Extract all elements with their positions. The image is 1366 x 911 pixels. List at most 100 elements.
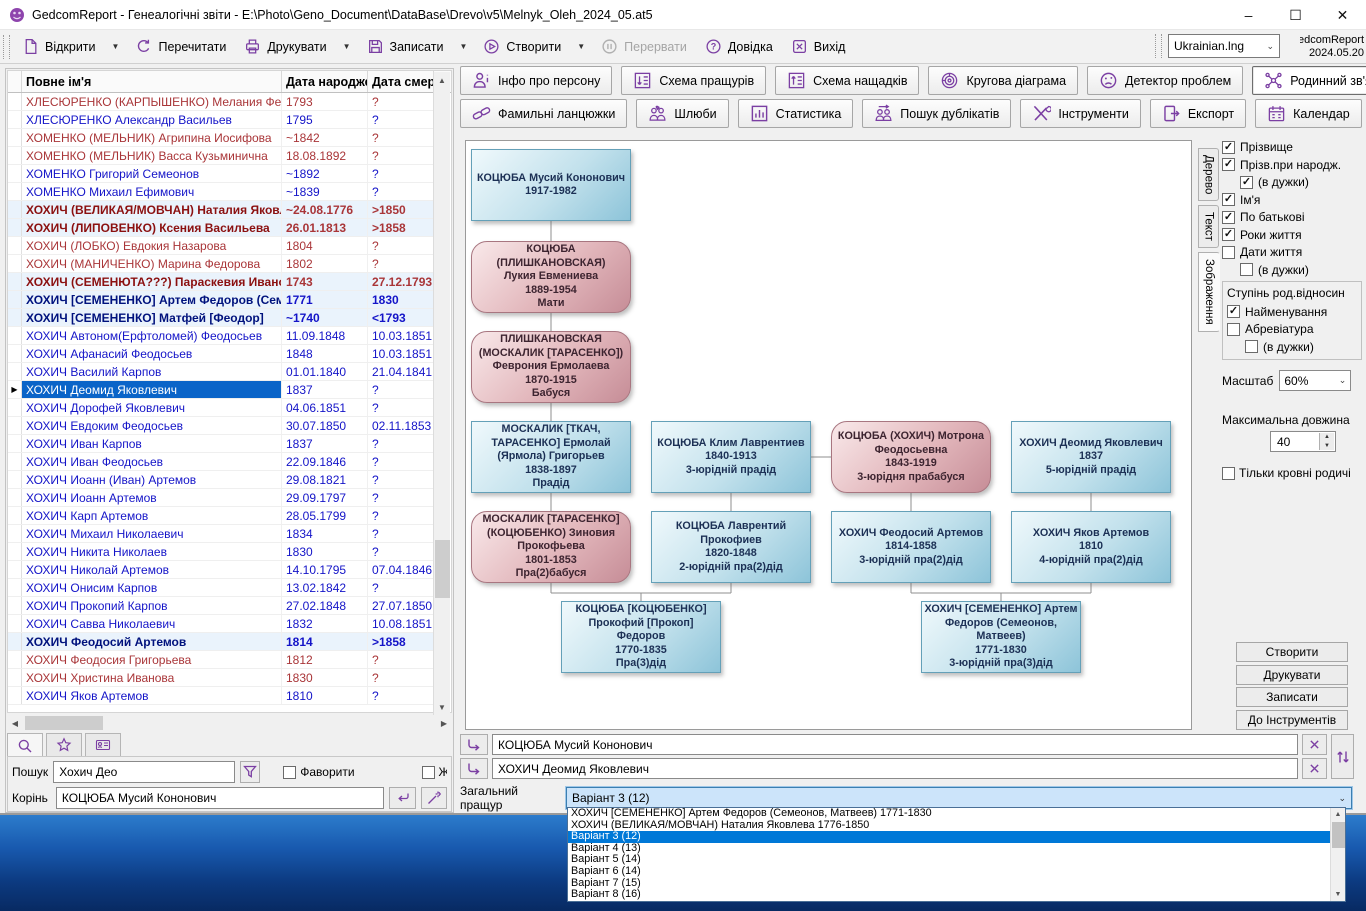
settings-checkbox[interactable]: Абревіатура <box>1227 322 1357 336</box>
dropdown-option[interactable]: Варіант 7 (15) <box>568 878 1345 890</box>
table-row[interactable]: ХОХИЧ (ЛИПОВЕНКО) Ксения Васильева26.01.… <box>8 219 435 237</box>
table-row[interactable]: ХОХИЧ (СЕМЕНЮТА???) Параскевия Иванова17… <box>8 273 435 291</box>
search-input[interactable]: Хохич Део <box>53 761 234 783</box>
scrollbar-thumb[interactable] <box>1332 822 1345 848</box>
tree-person-box[interactable]: ХОХИЧ [СЕМЕНЕНКО] АртемФедоров (Семеонов… <box>921 601 1081 673</box>
table-row[interactable]: ХОХИЧ Никита Николаев1830? <box>8 543 435 561</box>
tab-duplicates[interactable]: Пошук дублікатів <box>862 99 1011 128</box>
blood-relatives-checkbox[interactable]: Тільки кровні родичі <box>1222 466 1362 480</box>
mini-tab-search[interactable] <box>7 733 43 757</box>
tab-relationship[interactable]: Родинний зв'язок <box>1252 66 1366 95</box>
dropdown-caret-icon[interactable]: ▼ <box>452 42 474 51</box>
root-person-input[interactable]: КОЦЮБА Мусий Кононович <box>56 787 385 809</box>
table-row[interactable]: ХОХИЧ Николай Артемов14.10.179507.04.184… <box>8 561 435 579</box>
settings-button[interactable]: Записати <box>1236 687 1348 707</box>
checkbox-box[interactable]: ✓ <box>1222 211 1235 224</box>
table-row[interactable]: ХОХИЧ Иоанн (Иван) Артемов29.08.1821? <box>8 471 435 489</box>
set-root-button[interactable] <box>389 787 415 809</box>
language-select[interactable]: Ukrainian.lng ⌄ <box>1168 34 1280 58</box>
person1-input[interactable]: КОЦЮБА Мусий Кононович <box>492 734 1298 755</box>
settings-checkbox[interactable]: ✓Найменування <box>1227 305 1357 319</box>
settings-checkbox[interactable]: ✓Прізв.при народж. <box>1222 158 1362 172</box>
swap-persons-button[interactable] <box>1331 734 1354 779</box>
filter-button[interactable] <box>240 761 261 783</box>
table-row[interactable]: ХОХИЧ (МАНИЧЕНКО) Марина Федорова1802? <box>8 255 435 273</box>
checkbox-box[interactable] <box>1245 340 1258 353</box>
scroll-right-icon[interactable]: ▶ <box>436 715 452 731</box>
settings-checkbox[interactable]: Дати життя <box>1222 245 1362 259</box>
tab-tools[interactable]: Інструменти <box>1020 99 1140 128</box>
dropdown-option[interactable]: Варіант 8 (16) <box>568 889 1345 901</box>
tab-export[interactable]: Експорт <box>1150 99 1246 128</box>
settings-checkbox[interactable]: ✓(в дужки) <box>1240 175 1362 189</box>
settings-button[interactable]: До Інструментів <box>1236 710 1348 730</box>
table-row[interactable]: ХОХИЧ Феодосия Григорьева1812? <box>8 651 435 669</box>
toolbar-button-exit[interactable]: Вихід <box>782 33 855 61</box>
dropdown-scrollbar[interactable]: ▲ ▼ <box>1330 808 1345 901</box>
tab-descendants[interactable]: Схема нащадків <box>775 66 919 95</box>
settings-checkbox[interactable]: ✓Ім'я <box>1222 193 1362 207</box>
scrollbar-thumb[interactable] <box>435 540 450 598</box>
table-row[interactable]: ХОМЕНКО Григорий Семеонов~1892? <box>8 165 435 183</box>
dropdown-option[interactable]: Варіант 3 (12) <box>568 831 1345 843</box>
goto-person2-button[interactable] <box>460 758 488 779</box>
tree-person-box[interactable]: КОЦЮБА Мусий Кононович1917-1982 <box>471 149 631 221</box>
table-row[interactable]: ХОХИЧ Феодосий Артемов1814>1858 <box>8 633 435 651</box>
tree-person-box[interactable]: КОЦЮБА Клим Лаврентиев1840-19133-юрідній… <box>651 421 811 493</box>
dropdown-option[interactable]: Варіант 6 (14) <box>568 866 1345 878</box>
table-row[interactable]: ХОХИЧ (ВЕЛИКАЯ/МОВЧАН) Наталия Яковлева~… <box>8 201 435 219</box>
table-row[interactable]: ХОХИЧ Яков Артемов1810? <box>8 687 435 705</box>
settings-button[interactable]: Друкувати <box>1236 665 1348 685</box>
scroll-up-icon[interactable]: ▲ <box>1331 808 1345 821</box>
settings-checkbox[interactable]: (в дужки) <box>1245 340 1357 354</box>
checkbox-box[interactable] <box>1240 263 1253 276</box>
settings-button[interactable]: Створити <box>1236 642 1348 662</box>
tab-person-info[interactable]: Інфо про персону <box>460 66 612 95</box>
tab-ancestors[interactable]: Схема пращурів <box>621 66 766 95</box>
clear-person2-button[interactable] <box>1302 758 1327 779</box>
tab-chains[interactable]: Фамильні ланцюжки <box>460 99 627 128</box>
settings-checkbox[interactable]: ✓Прізвище <box>1222 140 1362 154</box>
column-fullname[interactable]: Повне ім'я <box>22 71 282 92</box>
dropdown-caret-icon[interactable]: ▼ <box>336 42 358 51</box>
table-row[interactable]: ХОХИЧ Евдоким Феодосьев30.07.185002.11.1… <box>8 417 435 435</box>
column-birthdate[interactable]: Дата народження <box>282 71 368 92</box>
tree-person-box[interactable]: КОЦЮБА (ХОХИЧ) МотронаФеодосьевна1843-19… <box>831 421 991 493</box>
max-length-stepper[interactable]: 40 ▲ ▼ <box>1270 431 1336 452</box>
person2-input[interactable]: ХОХИЧ Деомид Яковлевич <box>492 758 1298 779</box>
table-vertical-scrollbar[interactable]: ▲ ▼ <box>433 72 450 715</box>
table-row[interactable]: ХОХИЧ [СЕМЕНЕНКО] Артем Федоров (Семеоно… <box>8 291 435 309</box>
scroll-down-icon[interactable]: ▼ <box>1331 888 1345 901</box>
tab-calendar[interactable]: Календар <box>1255 99 1362 128</box>
alive-checkbox[interactable]: Живі <box>422 765 447 779</box>
scroll-up-icon[interactable]: ▲ <box>434 72 450 88</box>
goto-person1-button[interactable] <box>460 734 488 755</box>
close-button[interactable]: ✕ <box>1319 0 1366 30</box>
tab-marriage[interactable]: Шлюби <box>636 99 728 128</box>
tree-person-box[interactable]: КОЦЮБА [КОЦЮБЕНКО]Прокофий [Прокоп] Федо… <box>561 601 721 673</box>
table-row[interactable]: ХЛЕСЮРЕНКО (КАРПЫШЕНКО) Мелания Федоровн… <box>8 93 435 111</box>
dropdown-option[interactable]: Варіант 4 (13) <box>568 843 1345 855</box>
tab-stats[interactable]: Статистика <box>738 99 854 128</box>
table-row[interactable]: ХОХИЧ Савва Николаевич183210.08.1851 <box>8 615 435 633</box>
checkbox-box[interactable] <box>1227 323 1240 336</box>
dropdown-caret-icon[interactable]: ▼ <box>570 42 592 51</box>
table-row[interactable]: ХОХИЧ Автоном(Ерфтоломей) Феодосьев11.09… <box>8 327 435 345</box>
table-row[interactable]: ▶ХОХИЧ Деомид Яковлевич1837? <box>8 381 435 399</box>
table-row[interactable]: ХОХИЧ Иван Карпов1837? <box>8 435 435 453</box>
toolbar-button-play[interactable]: Створити <box>474 33 570 61</box>
table-row[interactable]: ХОХИЧ Онисим Карпов13.02.1842? <box>8 579 435 597</box>
clear-person1-button[interactable] <box>1302 734 1327 755</box>
table-row[interactable]: ХОХИЧ Карп Артемов28.05.1799? <box>8 507 435 525</box>
settings-checkbox[interactable]: ✓По батькові <box>1222 210 1362 224</box>
settings-checkbox[interactable]: ✓Роки життя <box>1222 228 1362 242</box>
checkbox-box[interactable]: ✓ <box>1222 228 1235 241</box>
toolbar-button-refresh[interactable]: Перечитати <box>126 33 235 61</box>
table-row[interactable]: ХОХИЧ [СЕМЕНЕНКО] Матфей [Феодор]~1740<1… <box>8 309 435 327</box>
common-ancestor-select[interactable]: Варіант 3 (12) ⌄ <box>566 787 1352 809</box>
toolbar-gripper[interactable] <box>3 35 10 59</box>
table-row[interactable]: ХОХИЧ Иван Феодосьев22.09.1846? <box>8 453 435 471</box>
view-tab-inactive[interactable]: Дерево <box>1198 148 1219 201</box>
spin-down-icon[interactable]: ▼ <box>1320 442 1334 451</box>
auto-root-button[interactable] <box>421 787 447 809</box>
